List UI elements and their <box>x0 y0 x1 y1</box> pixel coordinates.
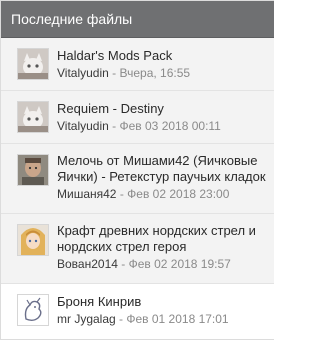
meta-separator: - <box>108 119 120 133</box>
meta-separator: - <box>117 257 129 271</box>
file-title-link[interactable]: Haldar's Mods Pack <box>57 48 266 64</box>
recent-files-widget: Последние файлы Haldar's Mods Pack Vital… <box>0 0 274 340</box>
file-title-link[interactable]: Requiem - Destiny <box>57 101 266 117</box>
file-item: Мелочь от Мишами42 (Яичковые Яички) - Ре… <box>1 144 274 214</box>
author-link[interactable]: Мишаня42 <box>57 187 116 201</box>
file-title-link[interactable]: Броня Кинрив <box>57 294 266 310</box>
file-title-link[interactable]: Крафт древних нордских стрел и нордских … <box>57 223 266 255</box>
file-date: Фев 03 2018 00:11 <box>119 119 221 133</box>
file-item: Requiem - Destiny Vitalyudin - Фев 03 20… <box>1 91 274 144</box>
white-cat-avatar-icon[interactable] <box>17 101 49 133</box>
author-link[interactable]: Vitalyudin <box>57 66 109 80</box>
file-date: Фев 01 2018 17:01 <box>126 312 229 326</box>
widget-title: Последние файлы <box>1 1 274 38</box>
author-link[interactable]: mr Jygalag <box>57 312 116 326</box>
file-item: Броня Кинрив mr Jygalag - Фев 01 2018 17… <box>1 284 274 339</box>
meta-separator: - <box>108 66 120 80</box>
file-meta: Вован2014 - Фев 02 2018 19:57 <box>57 256 266 272</box>
white-cat-avatar-icon[interactable] <box>17 48 49 80</box>
file-item: Крафт древних нордских стрел и нордских … <box>1 214 274 284</box>
meta-separator: - <box>116 187 128 201</box>
file-date: Фев 02 2018 23:00 <box>127 187 230 201</box>
file-item: Haldar's Mods Pack Vitalyudin - Вчера, 1… <box>1 38 274 91</box>
file-date: Фев 02 2018 19:57 <box>128 257 231 271</box>
file-date: Вчера, 16:55 <box>119 66 191 80</box>
meta-separator: - <box>115 312 127 326</box>
author-link[interactable]: Вован2014 <box>57 257 118 271</box>
file-meta: Vitalyudin - Вчера, 16:55 <box>57 65 266 81</box>
file-title-link[interactable]: Мелочь от Мишами42 (Яичковые Яички) - Ре… <box>57 153 266 185</box>
anime-girl-avatar-icon[interactable] <box>17 224 49 256</box>
file-meta: Мишаня42 - Фев 02 2018 23:00 <box>57 186 266 202</box>
man-portrait-avatar-icon[interactable] <box>17 154 49 186</box>
author-link[interactable]: Vitalyudin <box>57 119 109 133</box>
file-meta: Vitalyudin - Фев 03 2018 00:11 <box>57 118 266 134</box>
file-meta: mr Jygalag - Фев 01 2018 17:01 <box>57 311 266 327</box>
dragon-sketch-avatar-icon[interactable] <box>17 294 49 326</box>
